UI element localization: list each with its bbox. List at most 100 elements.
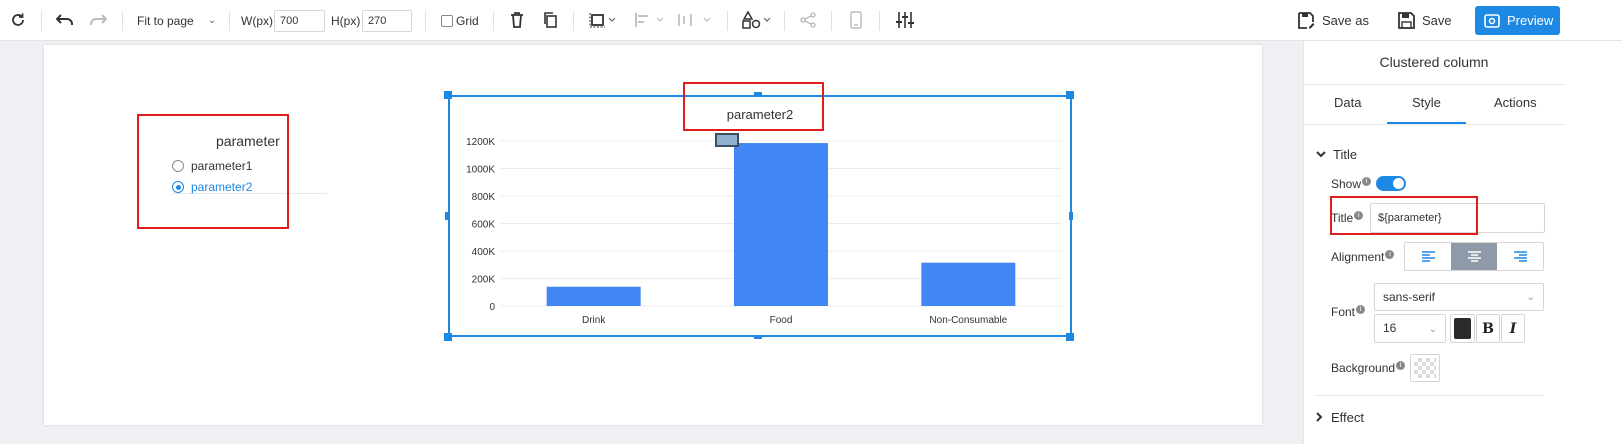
resize-handle-w[interactable] (445, 212, 449, 220)
align-left-icon[interactable] (635, 13, 665, 27)
save-as-button[interactable]: Save as (1298, 7, 1369, 34)
show-title-toggle[interactable] (1376, 176, 1406, 191)
report-page[interactable]: parameter parameter1 parameter2 paramete… (44, 45, 1262, 425)
save-as-label: Save as (1322, 13, 1369, 28)
width-input[interactable]: 700 (274, 10, 325, 32)
effect-section-header[interactable]: Effect (1316, 411, 1364, 423)
transparent-swatch (1414, 358, 1436, 378)
info-icon: i (1385, 249, 1395, 259)
grid-checkbox[interactable] (441, 15, 453, 27)
undo-icon[interactable] (56, 13, 74, 27)
bar-drink[interactable] (546, 286, 641, 306)
background-label: Background i (1331, 360, 1406, 375)
chevron-down-icon: ⌄ (1428, 324, 1437, 335)
section-title: Title (1333, 147, 1358, 162)
save-button[interactable]: Save (1398, 7, 1452, 34)
y-tick-label: 200K (472, 275, 496, 286)
distribute-icon[interactable] (678, 13, 712, 27)
y-tick-label: 800K (472, 192, 496, 203)
bold-button[interactable]: B (1476, 314, 1500, 343)
background-color-picker[interactable] (1410, 354, 1440, 382)
clustered-column-chart[interactable]: parameter2 0 200K 400K 600K 800K 1000K 1200K Dr… (448, 95, 1072, 337)
chevron-down-icon[interactable]: ⌄ (208, 15, 216, 26)
alignment-button-group (1404, 242, 1544, 271)
preview-button[interactable]: Preview (1475, 6, 1560, 35)
divider (1304, 84, 1564, 85)
align-center-icon (1467, 251, 1481, 262)
tab-style[interactable]: Style (1412, 95, 1441, 110)
font-label: Font i (1331, 304, 1366, 319)
info-icon: i (1396, 360, 1406, 370)
y-tick-label: 1200K (466, 137, 495, 148)
bar-food[interactable] (734, 143, 828, 306)
x-tick-label: Food (770, 315, 793, 326)
highlight-box-radio (137, 114, 289, 229)
align-left-icon (1421, 251, 1435, 262)
save-label: Save (1422, 13, 1452, 28)
highlight-box-chart-title (683, 82, 824, 131)
x-tick-label: Drink (582, 315, 606, 326)
font-family-value: sans-serif (1383, 290, 1436, 304)
align-right-icon (1513, 251, 1527, 262)
resize-handle-sw[interactable] (444, 333, 452, 341)
resize-handle-nw[interactable] (444, 91, 452, 99)
y-tick-label: 0 (489, 302, 495, 313)
grid-label: Grid (456, 14, 479, 28)
chevron-down-icon: ⌄ (1526, 292, 1535, 303)
toolbar: Fit to page ⌄ W(px) 700 H(px) 270 Grid S… (0, 0, 1622, 41)
scroll-gutter (1564, 41, 1622, 444)
chart-plot: 0 200K 400K 600K 800K 1000K 1200K Drink Food Non-… (466, 137, 1062, 326)
font-family-select[interactable]: sans-serif ⌄ (1374, 283, 1544, 311)
share-icon[interactable] (800, 12, 816, 28)
tab-actions[interactable]: Actions (1494, 95, 1537, 110)
redo-icon[interactable] (89, 13, 107, 27)
copy-icon[interactable] (543, 12, 558, 28)
chevron-down-icon (1316, 150, 1326, 157)
font-size-select[interactable]: 16 ⌄ (1374, 314, 1446, 343)
resize-handle-e[interactable] (1069, 212, 1073, 220)
drag-handle-icon[interactable] (715, 133, 739, 147)
refresh-icon[interactable] (10, 12, 26, 28)
zoom-select[interactable]: Fit to page (137, 14, 194, 28)
align-left-button[interactable] (1405, 243, 1451, 270)
alignment-label: Alignment i (1331, 249, 1395, 264)
resize-handle-s[interactable] (754, 335, 762, 339)
width-label: W(px) (241, 14, 273, 28)
delete-icon[interactable] (510, 12, 524, 28)
font-label-text: Font (1331, 305, 1356, 319)
settings-sliders-icon[interactable] (896, 12, 914, 28)
section-title: Effect (1331, 411, 1365, 423)
mobile-icon[interactable] (850, 11, 862, 29)
resize-handle-se[interactable] (1066, 333, 1074, 341)
tab-data[interactable]: Data (1334, 95, 1361, 110)
show-label-text: Show (1331, 177, 1362, 191)
properties-panel: Clustered column Data Style Actions Titl… (1303, 41, 1622, 444)
x-tick-label: Non-Consumable (929, 315, 1007, 326)
chevron-right-icon (1316, 412, 1323, 422)
height-label: H(px) (331, 14, 361, 28)
panel-title: Clustered column (1379, 54, 1489, 70)
align-right-button[interactable] (1497, 243, 1543, 270)
color-swatch (1454, 318, 1471, 339)
y-tick-label: 400K (472, 247, 496, 258)
y-tick-label: 1000K (466, 165, 495, 176)
info-icon: i (1362, 176, 1372, 186)
resize-handle-ne[interactable] (1066, 91, 1074, 99)
height-input[interactable]: 270 (362, 10, 412, 32)
font-color-picker[interactable] (1450, 314, 1475, 343)
font-size-value: 16 (1383, 321, 1397, 335)
align-center-button[interactable] (1451, 243, 1497, 270)
background-label-text: Background (1331, 361, 1396, 375)
alignment-label-text: Alignment (1331, 250, 1385, 264)
bar-non-consumable[interactable] (921, 262, 1016, 306)
y-tick-label: 600K (472, 220, 496, 231)
arrange-icon[interactable] (589, 12, 615, 28)
show-label: Show i (1331, 176, 1372, 191)
info-icon: i (1356, 304, 1366, 314)
divider (1314, 395, 1544, 396)
italic-button[interactable]: I (1501, 314, 1525, 343)
divider (1304, 124, 1564, 125)
preview-label: Preview (1507, 13, 1554, 28)
shapes-icon[interactable] (742, 11, 772, 29)
title-section-header[interactable]: Title (1316, 147, 1357, 162)
